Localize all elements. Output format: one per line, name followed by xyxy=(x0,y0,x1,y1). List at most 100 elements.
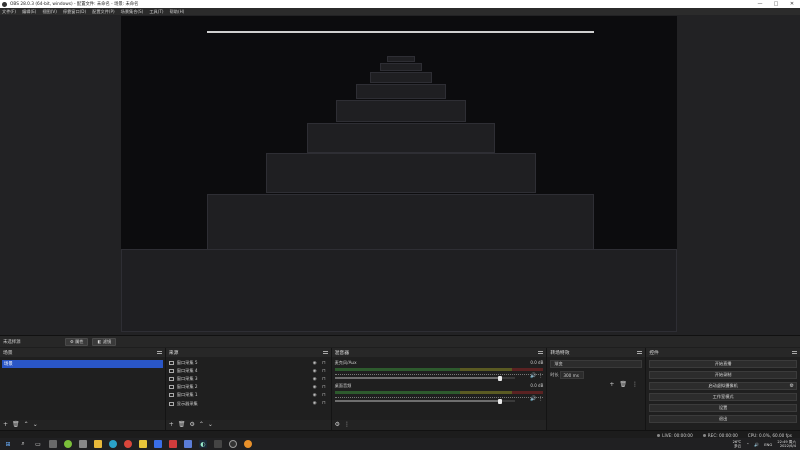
chrome-browser-icon[interactable] xyxy=(124,440,132,448)
visibility-eye-icon[interactable]: ◉ xyxy=(313,393,317,398)
search-icon[interactable]: ⌕ xyxy=(19,440,27,448)
move-down-icon[interactable]: ⌄ xyxy=(33,422,38,428)
channel-menu-icon[interactable]: ⋮ xyxy=(538,396,543,402)
mixer-footer: ⚙ ⋮ xyxy=(331,420,547,430)
add-scene-button[interactable]: + xyxy=(3,422,8,428)
source-row[interactable]: 显示器采集 ◉ ⊓ xyxy=(168,399,329,407)
move-up-icon[interactable]: ⌃ xyxy=(24,422,29,428)
obs-taskbar-icon[interactable] xyxy=(229,440,237,448)
filters-button[interactable]: ◧ 滤镜 xyxy=(92,337,117,346)
transition-select[interactable]: 渐变 xyxy=(550,360,643,368)
dock-menu-icon[interactable] xyxy=(322,351,328,354)
preview-canvas[interactable] xyxy=(121,16,677,332)
menu-view[interactable]: 视图(V) xyxy=(42,9,57,15)
transition-menu-icon[interactable]: ⋮ xyxy=(632,382,638,388)
move-down-icon[interactable]: ⌄ xyxy=(208,422,213,428)
scene-item[interactable]: 场景 xyxy=(2,360,163,368)
clock[interactable]: 22:49 周六 2022/6/4 xyxy=(777,440,796,449)
app-icon-doc[interactable] xyxy=(184,440,192,448)
menu-help[interactable]: 帮助(H) xyxy=(170,9,185,15)
dock-menu-icon[interactable] xyxy=(637,351,643,354)
lock-icon[interactable]: ⊓ xyxy=(322,369,326,374)
volume-slider[interactable] xyxy=(334,375,515,381)
studio-mode-button[interactable]: 工作室模式 xyxy=(649,393,798,401)
remove-transition-icon[interactable]: 🗑 xyxy=(619,382,627,388)
dock-menu-icon[interactable] xyxy=(156,351,162,354)
steam-icon[interactable]: ◐ xyxy=(199,440,207,448)
maximize-button[interactable]: □ xyxy=(768,1,784,7)
app-icon-orange[interactable] xyxy=(244,440,252,448)
live-icon xyxy=(657,434,661,437)
channel-menu-icon[interactable]: ⋮ xyxy=(538,373,543,379)
menu-docks[interactable]: 停靠窗口(D) xyxy=(63,9,86,15)
dock-menu-icon[interactable] xyxy=(792,351,798,354)
properties-button[interactable]: ⚙ 属性 xyxy=(65,337,89,346)
menu-profile[interactable]: 配置文件(P) xyxy=(92,9,115,15)
visibility-eye-icon[interactable]: ◉ xyxy=(313,361,317,366)
lock-icon[interactable]: ⊓ xyxy=(322,385,326,390)
weather-widget[interactable]: 26℃ 多云 xyxy=(733,440,742,449)
visibility-eye-icon[interactable]: ◉ xyxy=(313,385,317,390)
visibility-eye-icon[interactable]: ◉ xyxy=(313,377,317,382)
speaker-icon[interactable]: 🔊 xyxy=(530,373,536,379)
source-row[interactable]: 窗口采集 4 ◉ ⊓ xyxy=(168,367,329,375)
volume-icon[interactable]: 🔊 xyxy=(754,442,759,447)
menu-file[interactable]: 文件(F) xyxy=(2,9,16,15)
start-virtual-camera-button[interactable]: 启动虚拟摄像机 ⚙ xyxy=(649,382,798,390)
menu-scene-collection[interactable]: 场景集合(S) xyxy=(121,9,144,15)
preview-area[interactable] xyxy=(0,15,800,335)
volume-slider[interactable] xyxy=(334,398,515,404)
app-icon-dark[interactable] xyxy=(214,440,222,448)
input-language[interactable]: ENG xyxy=(764,442,772,447)
obs-logo-icon xyxy=(2,1,7,7)
edge-browser-icon[interactable] xyxy=(109,440,117,448)
transitions-dock: 转场特效 渐变 时长 300 ms + 🗑 ⋮ xyxy=(547,348,646,430)
mixer-settings-gear-icon[interactable]: ⚙ xyxy=(335,422,340,428)
widgets-icon[interactable] xyxy=(49,440,57,448)
app-icon-blue[interactable] xyxy=(154,440,162,448)
mixer-title: 混音器 xyxy=(334,351,349,356)
lock-icon[interactable]: ⊓ xyxy=(322,401,326,406)
add-transition-button[interactable]: + xyxy=(609,382,614,388)
exit-button[interactable]: 退出 xyxy=(649,415,798,423)
file-explorer-icon[interactable] xyxy=(94,440,102,448)
task-view-icon[interactable]: ▭ xyxy=(34,440,42,448)
windows-start-icon[interactable]: ⊞ xyxy=(4,440,12,448)
remove-scene-icon[interactable]: 🗑 xyxy=(12,422,20,428)
docks-row: 场景 场景 + 🗑 ⌃ ⌄ 来源 窗口采集 5 ◉ ⊓ 窗口采集 4 ◉ ⊓ 窗口采集 … xyxy=(0,348,800,430)
visibility-eye-icon[interactable]: ◉ xyxy=(313,369,317,374)
source-row[interactable]: 窗口采集 2 ◉ ⊓ xyxy=(168,383,329,391)
app-icon-yellow[interactable] xyxy=(139,440,147,448)
app-icon-red[interactable] xyxy=(169,440,177,448)
app-icon-green[interactable] xyxy=(64,440,72,448)
source-row[interactable]: 窗口采集 1 ◉ ⊓ xyxy=(168,391,329,399)
dock-menu-icon[interactable] xyxy=(538,351,544,354)
gear-icon[interactable]: ⚙ xyxy=(790,383,794,389)
duration-spinbox[interactable]: 300 ms xyxy=(560,371,585,379)
start-streaming-button[interactable]: 开始直播 xyxy=(649,360,798,368)
source-row[interactable]: 窗口采集 5 ◉ ⊓ xyxy=(168,359,329,367)
menu-edit[interactable]: 编辑(E) xyxy=(22,9,36,15)
add-source-button[interactable]: + xyxy=(169,422,174,428)
start-recording-button[interactable]: 开始录制 xyxy=(649,371,798,379)
remove-source-icon[interactable]: 🗑 xyxy=(178,422,186,428)
lock-icon[interactable]: ⊓ xyxy=(322,393,326,398)
source-properties-gear-icon[interactable]: ⚙ xyxy=(189,422,194,428)
speaker-icon[interactable]: 🔊 xyxy=(530,396,536,402)
slider-knob[interactable] xyxy=(498,398,503,404)
lock-icon[interactable]: ⊓ xyxy=(322,361,326,366)
volume-meter xyxy=(334,368,544,371)
windows-taskbar: ⊞ ⌕ ▭ ◐ 26℃ 多云 ⌃ 🔊 ENG 22:49 周六 2022/6/4 xyxy=(0,438,800,450)
app-icon-gray[interactable] xyxy=(79,440,87,448)
channel-db: 0.0 dB xyxy=(530,360,544,365)
lock-icon[interactable]: ⊓ xyxy=(322,377,326,382)
close-button[interactable]: ✕ xyxy=(784,1,800,7)
tray-chevron-icon[interactable]: ⌃ xyxy=(746,442,749,447)
mixer-menu-icon[interactable]: ⋮ xyxy=(344,422,350,428)
move-up-icon[interactable]: ⌃ xyxy=(199,422,204,428)
menu-tools[interactable]: 工具(T) xyxy=(149,9,163,15)
settings-button[interactable]: 设置 xyxy=(649,404,798,412)
visibility-eye-icon[interactable]: ◉ xyxy=(313,401,317,406)
source-row[interactable]: 窗口采集 3 ◉ ⊓ xyxy=(168,375,329,383)
minimize-button[interactable]: — xyxy=(752,1,768,7)
